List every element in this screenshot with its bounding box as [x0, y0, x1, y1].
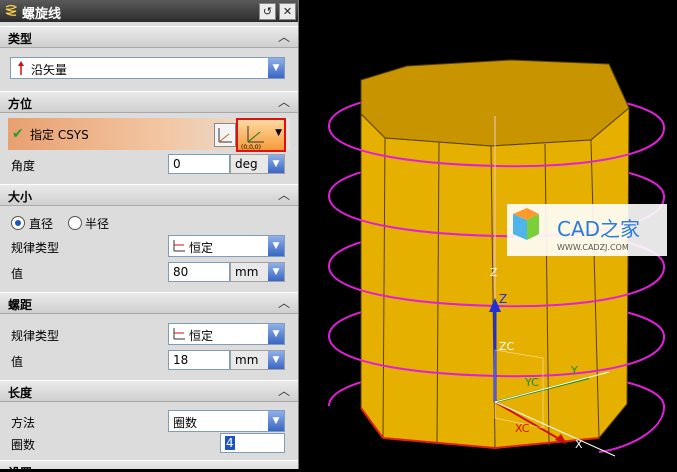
angle-value: 0: [173, 157, 181, 171]
length-method-value: 圈数: [173, 416, 198, 430]
collapse-chevron-icon[interactable]: ︿: [278, 93, 290, 110]
size-value-input[interactable]: 80: [168, 262, 230, 282]
pitch-law-type-select[interactable]: 恒定 ▼: [168, 323, 285, 345]
radio-diameter[interactable]: [11, 216, 25, 230]
law-constant-icon: [172, 239, 186, 256]
dialog-title: 螺旋线: [22, 7, 62, 22]
chevron-down-icon[interactable]: ▼: [268, 155, 284, 173]
svg-text:(0,0,0): (0,0,0): [241, 144, 261, 150]
csys-dialog-button[interactable]: [214, 123, 236, 147]
section-type-header[interactable]: 类型 ︿: [0, 26, 298, 48]
angle-input[interactable]: 0: [168, 154, 230, 174]
size-unit-select[interactable]: mm ▼: [230, 262, 285, 282]
chevron-down-icon[interactable]: ▼: [268, 324, 284, 344]
axis-label-y: Y: [570, 364, 578, 377]
model-canvas[interactable]: Z Z ZC YC Y XC X CAD之家 WWW.CADZJ.COM: [299, 0, 677, 469]
axis-label-zc: ZC: [499, 340, 515, 353]
section-size-header[interactable]: 大小 ︿: [0, 184, 298, 206]
size-unit: mm: [235, 265, 259, 279]
close-icon[interactable]: ✕: [279, 3, 296, 20]
graphics-viewport[interactable]: Z Z ZC YC Y XC X CAD之家 WWW.CADZJ.COM: [299, 0, 677, 469]
checkmark-icon: ✔: [12, 126, 24, 142]
pitch-law-type-label: 规律类型: [11, 329, 60, 343]
chevron-down-icon[interactable]: ▼: [275, 128, 282, 138]
axis-label-z: Z: [499, 292, 507, 306]
section-pitch-header[interactable]: 螺距 ︿: [0, 292, 298, 314]
watermark-title: CAD之家: [557, 217, 640, 241]
radio-diameter-label[interactable]: 直径: [29, 215, 53, 232]
axis-label-yc: YC: [524, 376, 539, 389]
pitch-value-label: 值: [11, 355, 24, 369]
watermark-url: WWW.CADZJ.COM: [557, 243, 629, 252]
pitch-law-type-value: 恒定: [189, 329, 214, 343]
helix-icon: [4, 4, 18, 18]
size-law-type-select[interactable]: 恒定 ▼: [168, 235, 285, 257]
length-method-label: 方法: [11, 416, 36, 430]
angle-unit: deg: [235, 157, 258, 171]
specify-csys-label: 指定 CSYS: [30, 128, 89, 142]
section-settings-header[interactable]: 设置: [0, 460, 298, 469]
type-select[interactable]: 沿矢量 ▼: [10, 57, 285, 79]
collapse-chevron-icon[interactable]: ︿: [278, 382, 290, 399]
reset-icon[interactable]: ↺: [259, 3, 276, 20]
specify-csys-row[interactable]: ✔ 指定 CSYS (0,0,0) ▼: [8, 118, 290, 152]
turns-input[interactable]: 4: [220, 433, 285, 453]
vector-arrow-icon: [17, 61, 25, 78]
chevron-down-icon[interactable]: ▼: [268, 263, 284, 281]
collapse-chevron-icon[interactable]: ︿: [278, 294, 290, 311]
section-orientation-header[interactable]: 方位 ︿: [0, 91, 298, 113]
size-law-type-label: 规律类型: [11, 241, 60, 255]
turns-label: 圈数: [11, 438, 36, 452]
pitch-unit: mm: [235, 353, 259, 367]
turns-value: 4: [225, 436, 235, 450]
pitch-value: 18: [173, 353, 189, 367]
size-value: 80: [173, 265, 189, 279]
section-type-label: 类型: [8, 32, 33, 46]
length-method-select[interactable]: 圈数 ▼: [168, 410, 285, 432]
radio-radius-label[interactable]: 半径: [85, 215, 109, 232]
pitch-unit-select[interactable]: mm ▼: [230, 350, 285, 370]
chevron-down-icon[interactable]: ▼: [268, 58, 284, 78]
section-size-label: 大小: [8, 190, 33, 204]
collapse-chevron-icon[interactable]: ︿: [278, 186, 290, 203]
cadzj-logo-icon: [513, 208, 539, 240]
type-select-value: 沿矢量: [31, 63, 68, 77]
helix-dialog: 螺旋线 ↺ ✕ 类型 ︿ 沿矢量 ▼ 方位 ︿ ✔ 指定 CSYS (0,0,0…: [0, 0, 299, 469]
collapse-chevron-icon[interactable]: ︿: [278, 28, 290, 45]
angle-unit-select[interactable]: deg ▼: [230, 154, 285, 174]
dialog-titlebar: 螺旋线 ↺ ✕: [0, 0, 298, 22]
section-settings-label: 设置: [8, 464, 32, 469]
law-constant-icon: [172, 327, 186, 344]
section-pitch-label: 螺距: [8, 298, 33, 312]
section-length-label: 长度: [8, 386, 33, 400]
pitch-value-input[interactable]: 18: [168, 350, 230, 370]
csys-inferred-button[interactable]: (0,0,0) ▼: [236, 118, 286, 152]
chevron-down-icon[interactable]: ▼: [268, 236, 284, 256]
axis-label-x: X: [575, 438, 583, 451]
axis-label-xc: XC: [515, 422, 530, 435]
section-length-header[interactable]: 长度 ︿: [0, 380, 298, 402]
size-value-label: 值: [11, 267, 24, 281]
chevron-down-icon[interactable]: ▼: [268, 411, 284, 431]
size-law-type-value: 恒定: [189, 241, 214, 255]
chevron-down-icon[interactable]: ▼: [268, 351, 284, 369]
section-orientation-label: 方位: [8, 97, 33, 111]
radio-radius[interactable]: [68, 216, 82, 230]
cadzj-watermark: CAD之家 WWW.CADZJ.COM: [507, 204, 667, 256]
axis-label-z-white: Z: [490, 266, 498, 279]
angle-label: 角度: [11, 159, 36, 173]
